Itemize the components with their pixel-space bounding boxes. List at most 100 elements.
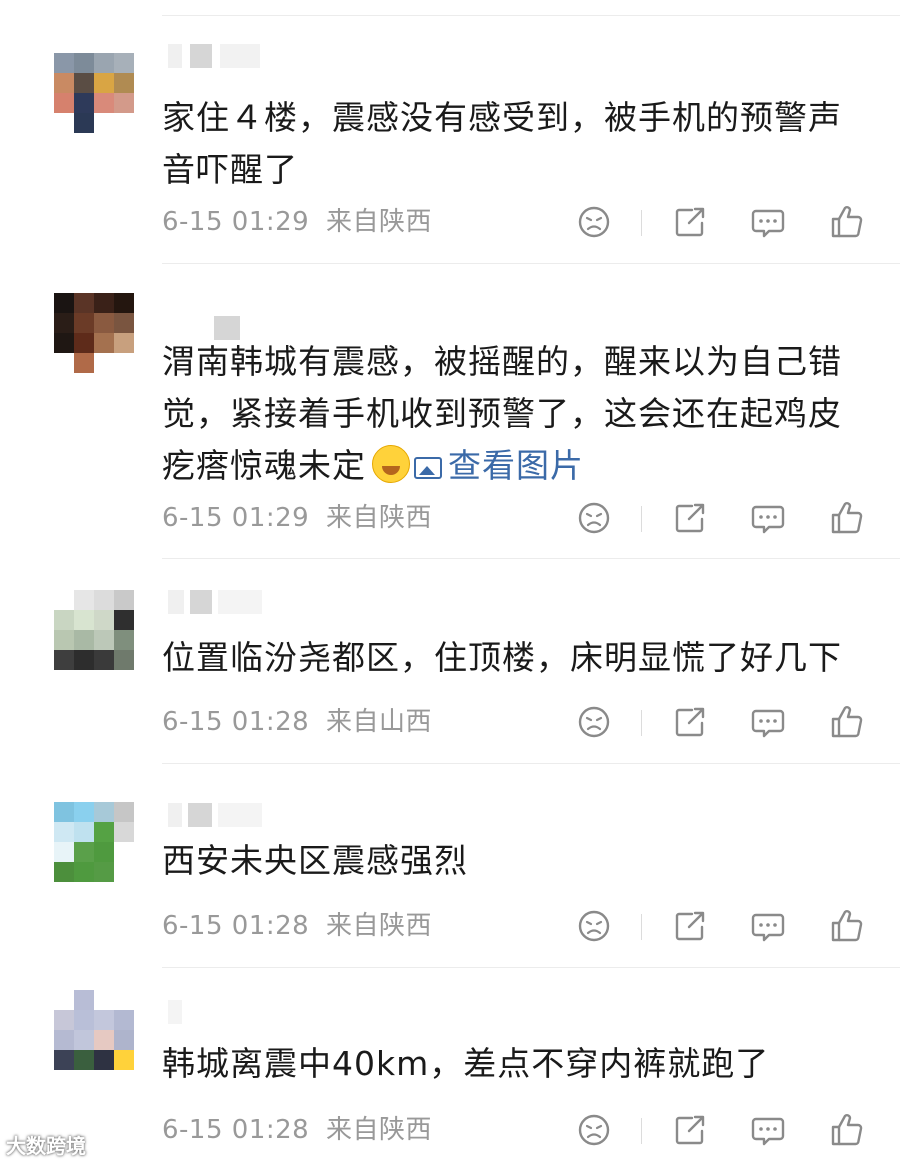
avatar-pixel: [114, 990, 134, 1010]
avatar-pixel: [54, 990, 74, 1010]
share-icon[interactable]: [670, 1110, 710, 1150]
avatar-pixel: [94, 293, 114, 313]
avatar-pixel: [74, 630, 94, 650]
top-divider: [162, 15, 900, 16]
avatar-pixel: [94, 53, 114, 73]
avatar-pixel: [94, 93, 114, 113]
avatar-pixel: [94, 590, 114, 610]
reply-icon[interactable]: [748, 202, 788, 242]
view-image-label: 查看图片: [448, 446, 584, 485]
comment-text: 渭南韩城有震感，被摇醒的，醒来以为自己错觉，紧接着手机收到预警了，这会还在起鸡皮…: [162, 336, 872, 492]
avatar-pixel: [114, 842, 134, 862]
avatar-pixel: [74, 313, 94, 333]
like-icon[interactable]: [827, 906, 867, 946]
avatar-pixel: [54, 353, 74, 373]
like-icon[interactable]: [827, 1110, 867, 1150]
avatar-pixel: [94, 333, 114, 353]
action-separator: [641, 1118, 642, 1144]
avatar-pixel: [54, 313, 74, 333]
avatar-pixel: [54, 862, 74, 882]
avatar-pixel: [94, 822, 114, 842]
avatar-pixel: [114, 293, 134, 313]
dislike-icon[interactable]: [574, 702, 614, 742]
comment-text: 家住４楼，震感没有感受到，被手机的预警声音吓醒了: [162, 98, 842, 189]
like-icon[interactable]: [827, 498, 867, 538]
avatar-pixel: [74, 862, 94, 882]
avatar-pixel: [54, 93, 74, 113]
avatar[interactable]: [54, 990, 134, 1070]
view-image-link[interactable]: 查看图片: [414, 446, 584, 485]
avatar-pixel: [54, 590, 74, 610]
avatar-pixel: [54, 650, 74, 670]
share-icon[interactable]: [670, 202, 710, 242]
avatar-pixel: [114, 113, 134, 133]
avatar-pixel: [74, 353, 94, 373]
comment-actions: [0, 1110, 900, 1154]
comment-actions: [0, 202, 900, 246]
avatar-pixel: [54, 802, 74, 822]
avatar-pixel: [54, 1050, 74, 1070]
dislike-icon[interactable]: [574, 906, 614, 946]
avatar-pixel: [94, 650, 114, 670]
comment-divider: [162, 967, 900, 968]
avatar-pixel: [54, 293, 74, 313]
reply-icon[interactable]: [748, 906, 788, 946]
comment-text: 位置临汾尧都区，住顶楼，床明显慌了好几下: [162, 638, 842, 677]
comment-divider: [162, 558, 900, 559]
reply-icon[interactable]: [748, 1110, 788, 1150]
comment-divider: [162, 763, 900, 764]
like-icon[interactable]: [827, 202, 867, 242]
avatar-pixel: [54, 1010, 74, 1030]
avatar-pixel: [74, 822, 94, 842]
avatar[interactable]: [54, 802, 134, 882]
avatar[interactable]: [54, 590, 134, 670]
avatar-pixel: [114, 353, 134, 373]
laugh-cry-emoji-icon: [372, 445, 410, 483]
avatar-pixel: [54, 53, 74, 73]
avatar-pixel: [114, 650, 134, 670]
comment-text: 韩城离震中40km，差点不穿内裤就跑了: [162, 1044, 770, 1083]
avatar-pixel: [114, 1030, 134, 1050]
avatar-pixel: [54, 842, 74, 862]
avatar-pixel: [54, 630, 74, 650]
action-separator: [641, 914, 642, 940]
avatar-pixel: [74, 113, 94, 133]
avatar-pixel: [74, 1010, 94, 1030]
avatar-pixel: [74, 53, 94, 73]
avatar-pixel: [94, 802, 114, 822]
avatar-pixel: [114, 610, 134, 630]
dislike-icon[interactable]: [574, 1110, 614, 1150]
avatar-pixel: [74, 93, 94, 113]
like-icon[interactable]: [827, 702, 867, 742]
avatar-pixel: [94, 1030, 114, 1050]
comment-actions: [0, 498, 900, 542]
avatar-pixel: [114, 630, 134, 650]
image-icon: [414, 457, 442, 479]
avatar-pixel: [74, 842, 94, 862]
avatar-pixel: [114, 53, 134, 73]
avatar-pixel: [94, 610, 114, 630]
avatar-pixel: [94, 1010, 114, 1030]
avatar-pixel: [74, 610, 94, 630]
avatar-pixel: [74, 73, 94, 93]
comment-actions: [0, 702, 900, 746]
avatar-pixel: [94, 1050, 114, 1070]
avatar-pixel: [114, 313, 134, 333]
avatar-pixel: [94, 313, 114, 333]
avatar[interactable]: [54, 53, 134, 133]
share-icon[interactable]: [670, 906, 710, 946]
avatar-pixel: [94, 842, 114, 862]
avatar-pixel: [54, 610, 74, 630]
avatar-pixel: [114, 822, 134, 842]
avatar-pixel: [114, 1050, 134, 1070]
dislike-icon[interactable]: [574, 498, 614, 538]
share-icon[interactable]: [670, 702, 710, 742]
reply-icon[interactable]: [748, 498, 788, 538]
share-icon[interactable]: [670, 498, 710, 538]
comment-divider: [162, 263, 900, 264]
reply-icon[interactable]: [748, 702, 788, 742]
dislike-icon[interactable]: [574, 202, 614, 242]
avatar[interactable]: [54, 293, 134, 373]
avatar-pixel: [54, 822, 74, 842]
avatar-pixel: [74, 802, 94, 822]
